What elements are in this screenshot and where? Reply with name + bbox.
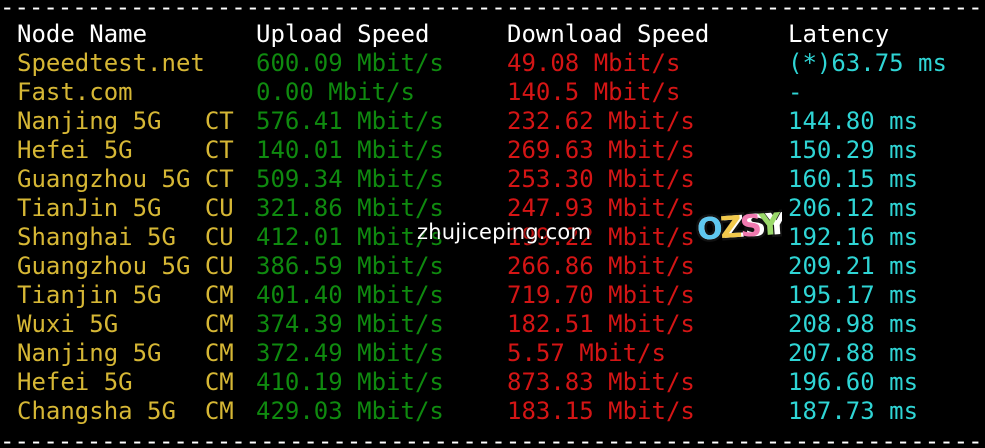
upload-speed-cell: 509.34 Mbit/s [256,165,444,193]
table-row: TianJin 5G CU 321.86 Mbit/s 247.93 Mbit/s 2… [17,194,918,223]
header-download-speed: Download Speed [507,20,710,48]
latency-cell: 195.17 ms [788,281,919,309]
download-speed-cell: 182.51 Mbit/s [507,310,695,338]
upload-speed-cell: 600.09 Mbit/s [256,49,444,77]
table-row: Nanjing 5G CT 576.41 Mbit/s 232.62 Mbit/s 1… [17,107,918,136]
table-row: Guangzhou 5G CT 509.34 Mbit/s 253.30 Mbit/… [17,165,918,194]
table-row: Guangzhou 5G CU 386.59 Mbit/s 266.86 Mbit/… [17,252,918,281]
download-speed-cell: 49.08 Mbit/s [507,49,681,77]
ozsy-logo-watermark: OZSY O Z S Y [694,204,782,250]
latency-cell: 160.15 ms [788,165,919,193]
upload-speed-cell: 576.41 Mbit/s [256,107,444,135]
download-speed-cell: 269.63 Mbit/s [507,136,695,164]
table-row: Hefei 5G CT 140.01 Mbit/s 269.63 Mbit/s 150… [17,136,918,165]
latency-cell: 150.29 ms [788,136,919,164]
latency-cell: 144.80 ms [788,107,919,135]
node-name-cell: Shanghai 5G CU [17,223,234,251]
node-name-cell: Speedtest.net [17,49,205,77]
svg-text:Y: Y [757,207,782,244]
table-row: Speedtest.net 600.09 Mbit/s 49.08 Mbit/s (*… [17,49,947,78]
node-name-cell: Nanjing 5G CT [17,107,234,135]
latency-cell: 209.21 ms [788,252,919,280]
latency-cell: 196.60 ms [788,368,919,396]
download-speed-cell: 140.5 Mbit/s [507,78,681,106]
header-upload-speed: Upload Speed [256,20,430,48]
node-name-cell: Wuxi 5G CM [17,310,234,338]
header-latency: Latency [788,20,890,48]
upload-speed-cell: 372.49 Mbit/s [256,339,444,367]
download-speed-cell: 5.57 Mbit/s [507,339,666,367]
node-name-cell: Guangzhou 5G CT [17,165,234,193]
download-speed-cell: 266.86 Mbit/s [507,252,695,280]
node-name-cell: Tianjin 5G CM [17,281,234,309]
node-name-cell: Hefei 5G CT [17,136,234,164]
top-separator-rule: ----------------------------------------… [0,0,985,14]
upload-speed-cell: 410.19 Mbit/s [256,368,444,396]
upload-speed-cell: 401.40 Mbit/s [256,281,444,309]
download-speed-cell: 253.30 Mbit/s [507,165,695,193]
upload-speed-cell: 321.86 Mbit/s [256,194,444,222]
table-row: Hefei 5G CM 410.19 Mbit/s 873.83 Mbit/s 196… [17,368,918,397]
table-row: Nanjing 5G CM 372.49 Mbit/s 5.57 Mbit/s 207… [17,339,918,368]
download-speed-cell: 183.15 Mbit/s [507,397,695,425]
node-name-cell: Changsha 5G CM [17,397,234,425]
latency-cell: 206.12 ms [788,194,919,222]
node-name-cell: TianJin 5G CU [17,194,234,222]
upload-speed-cell: 386.59 Mbit/s [256,252,444,280]
node-name-cell: Hefei 5G CM [17,368,234,396]
download-speed-cell: 873.83 Mbit/s [507,368,695,396]
node-name-cell: Guangzhou 5G CU [17,252,234,280]
node-name-cell: Nanjing 5G CM [17,339,234,367]
latency-cell: 208.98 ms [788,310,919,338]
speedtest-results-table: Node Name Upload Speed Download Speed La… [17,20,947,426]
watermark-text: zhujiceping.com [417,220,592,244]
table-row: Changsha 5G CM 429.03 Mbit/s 183.15 Mbit/s… [17,397,918,426]
upload-speed-cell: 374.39 Mbit/s [256,310,444,338]
table-header-row: Node Name Upload Speed Download Speed La… [17,20,889,49]
table-row: Tianjin 5G CM 401.40 Mbit/s 719.70 Mbit/s 1… [17,281,918,310]
node-name-cell: Fast.com [17,78,133,106]
latency-cell: 187.73 ms [788,397,919,425]
upload-speed-cell: 0.00 Mbit/s [256,78,415,106]
latency-cell: (*)63.75 ms [788,49,947,77]
latency-cell: 192.16 ms [788,223,919,251]
table-row: Fast.com 0.00 Mbit/s 140.5 Mbit/s - [17,78,802,107]
bottom-separator-rule: ----------------------------------------… [0,434,985,448]
header-node-name: Node Name [17,20,148,48]
upload-speed-cell: 429.03 Mbit/s [256,397,444,425]
latency-cell: 207.88 ms [788,339,919,367]
table-row: Wuxi 5G CM 374.39 Mbit/s 182.51 Mbit/s 208.… [17,310,918,339]
upload-speed-cell: 140.01 Mbit/s [256,136,444,164]
upload-speed-cell: 412.01 Mbit/s [256,223,444,251]
download-speed-cell: 232.62 Mbit/s [507,107,695,135]
latency-cell: - [788,78,803,106]
table-row: Shanghai 5G CU 412.01 Mbit/s 199.22 Mbit/s… [17,223,918,252]
download-speed-cell: 719.70 Mbit/s [507,281,695,309]
